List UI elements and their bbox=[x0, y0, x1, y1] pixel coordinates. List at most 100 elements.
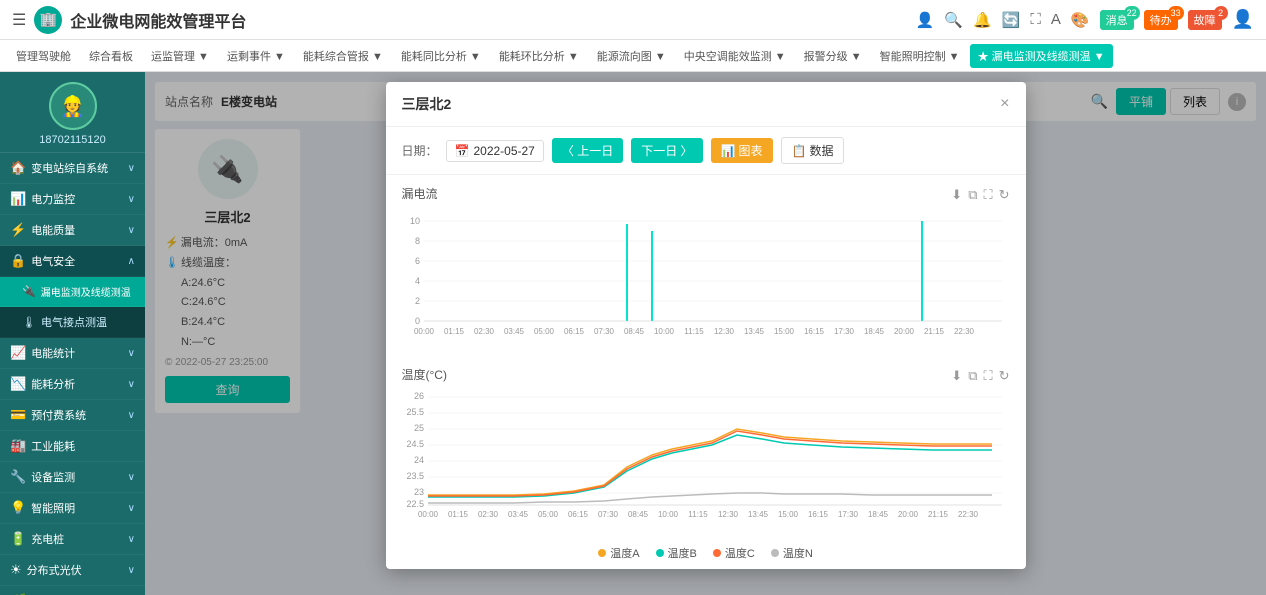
nav-item-hvac[interactable]: 中央空调能效监测 ▼ bbox=[676, 44, 794, 68]
sidebar-item-solar[interactable]: ☀分布式光伏 ∨ bbox=[0, 555, 145, 586]
sidebar-item-safety[interactable]: 🔒电气安全 ∧ bbox=[0, 246, 145, 277]
sidebar-item-quality[interactable]: ⚡电能质量 ∨ bbox=[0, 215, 145, 246]
charger-icon: 🔋 bbox=[10, 531, 26, 547]
legend-item-n: 温度N bbox=[771, 545, 813, 561]
bar-chart-icon: 📊 bbox=[721, 144, 736, 158]
chevron-down-icon9: ∨ bbox=[128, 534, 135, 545]
svg-text:02:30: 02:30 bbox=[473, 327, 494, 336]
leak-current-chart: 10 8 6 4 2 0 bbox=[402, 206, 1010, 346]
expand-icon[interactable]: ⛶ bbox=[1030, 11, 1041, 28]
leak-current-chart-section: 漏电流 ⬇ ⧉ ⛶ ↻ 10 8 6 bbox=[386, 175, 1026, 356]
sidebar-item-power[interactable]: 📊电力监控 ∨ bbox=[0, 184, 145, 215]
sidebar-item-temp-label: 电气接点测温 bbox=[41, 314, 107, 330]
message-badge-container[interactable]: 消息 22 bbox=[1100, 10, 1134, 30]
skin-icon[interactable]: 🎨 bbox=[1071, 11, 1090, 29]
quality-icon: ⚡ bbox=[10, 222, 26, 238]
sidebar-item-temp[interactable]: 🌡电气接点测温 bbox=[0, 307, 145, 338]
sidebar-item-stats-label: 电能统计 bbox=[31, 345, 75, 361]
sidebar-item-stats[interactable]: 📈电能统计 ∨ bbox=[0, 338, 145, 369]
chart2-toolbar: ⬇ ⧉ ⛶ ↻ bbox=[951, 368, 1009, 384]
solar-icon: ☀ bbox=[10, 562, 22, 578]
svg-text:24: 24 bbox=[413, 455, 423, 465]
chevron-up-icon: ∧ bbox=[128, 256, 135, 267]
nav-item-event[interactable]: 运剩事件 ▼ bbox=[219, 44, 293, 68]
nav-item-alarm[interactable]: 报警分级 ▼ bbox=[796, 44, 870, 68]
refresh2-icon[interactable]: ↻ bbox=[999, 187, 1010, 203]
chevron-down-icon6: ∨ bbox=[128, 410, 135, 421]
svg-text:21:15: 21:15 bbox=[923, 327, 944, 336]
nav-item-energy-flow[interactable]: 能源流向图 ▼ bbox=[589, 44, 674, 68]
font-icon[interactable]: A bbox=[1051, 11, 1061, 28]
sidebar-item-leak-label: 漏电监测及线缆测温 bbox=[41, 284, 131, 299]
next-day-button[interactable]: 下一日 〉 bbox=[631, 138, 702, 163]
sidebar-sub-safety: 🔌漏电监测及线缆测温 🌡电气接点测温 bbox=[0, 277, 145, 338]
sidebar-item-lighting[interactable]: 💡智能照明 ∨ bbox=[0, 493, 145, 524]
window2-icon[interactable]: ⧉ bbox=[968, 368, 977, 384]
navbar: 管理驾驶舱 综合看板 运监管理 ▼ 运剩事件 ▼ 能耗综合管报 ▼ 能耗同比分析… bbox=[0, 40, 1266, 72]
svg-text:05:00: 05:00 bbox=[537, 510, 558, 519]
expand2-icon[interactable]: ⛶ bbox=[983, 187, 992, 203]
avatar-icon[interactable]: 👤 bbox=[1232, 9, 1254, 30]
svg-text:24.5: 24.5 bbox=[406, 439, 424, 449]
sidebar-item-env[interactable]: 🌿环境监测 ∨ bbox=[0, 586, 145, 595]
svg-text:11:15: 11:15 bbox=[688, 510, 708, 519]
sidebar-item-charger[interactable]: 🔋充电桩 ∨ bbox=[0, 524, 145, 555]
svg-text:20:00: 20:00 bbox=[893, 327, 914, 336]
nav-item-energy-chain[interactable]: 能耗环比分析 ▼ bbox=[491, 44, 587, 68]
svg-text:8: 8 bbox=[414, 236, 419, 246]
sidebar-item-power-label: 电力监控 bbox=[31, 191, 75, 207]
data-button[interactable]: 📋 数据 bbox=[781, 137, 845, 164]
sidebar-item-substation-label: 变电站综自系统 bbox=[31, 160, 108, 176]
chevron-down-icon: ∨ bbox=[128, 163, 135, 174]
nav-item-report[interactable]: 综合看板 bbox=[81, 44, 141, 68]
sidebar-item-substation[interactable]: 🏠变电站综自系统 ∨ bbox=[0, 153, 145, 184]
svg-text:11:15: 11:15 bbox=[684, 327, 704, 336]
chart1-toolbar: ⬇ ⧉ ⛶ ↻ bbox=[951, 187, 1009, 203]
chevron-down-icon5: ∨ bbox=[128, 379, 135, 390]
sidebar-item-industrial[interactable]: 🏭工业能耗 bbox=[0, 431, 145, 462]
sidebar-item-prepay[interactable]: 💳预付费系统 ∨ bbox=[0, 400, 145, 431]
modal-toolbar: 日期： 📅 2022-05-27 〈 上一日 下一日 〉 📊 图表 📋 数据 bbox=[386, 127, 1026, 175]
expand3-icon[interactable]: ⛶ bbox=[983, 368, 992, 384]
bell-icon[interactable]: 🔔 bbox=[973, 11, 992, 29]
nav-item-leak[interactable]: ★ 漏电监测及线缆测温 ▼ bbox=[970, 44, 1113, 68]
nav-item-lighting[interactable]: 智能照明控制 ▼ bbox=[872, 44, 968, 68]
legend-dot-n bbox=[771, 549, 779, 557]
analysis-icon: 📉 bbox=[10, 376, 26, 392]
nav-item-dashboard[interactable]: 管理驾驶舱 bbox=[8, 44, 79, 68]
todo-badge-container[interactable]: 待办 33 bbox=[1144, 10, 1178, 30]
chart1-title: 漏电流 bbox=[402, 185, 438, 202]
modal-title: 三层北2 bbox=[402, 94, 452, 114]
svg-text:00:00: 00:00 bbox=[417, 510, 438, 519]
refresh3-icon[interactable]: ↻ bbox=[999, 368, 1010, 384]
svg-text:10:00: 10:00 bbox=[653, 327, 674, 336]
user-icon[interactable]: 👤 bbox=[916, 11, 935, 29]
chart-button[interactable]: 📊 图表 bbox=[711, 138, 773, 163]
sidebar-item-industrial-label: 工业能耗 bbox=[31, 438, 75, 454]
nav-item-energy-report[interactable]: 能耗综合管报 ▼ bbox=[295, 44, 391, 68]
sidebar-item-device[interactable]: 🔧设备监测 ∨ bbox=[0, 462, 145, 493]
svg-text:00:00: 00:00 bbox=[413, 327, 434, 336]
date-picker[interactable]: 📅 2022-05-27 bbox=[446, 140, 544, 162]
sidebar-item-prepay-label: 预付费系统 bbox=[31, 407, 86, 423]
refresh-icon[interactable]: 🔄 bbox=[1002, 11, 1021, 29]
legend-dot-b bbox=[656, 549, 664, 557]
download-icon[interactable]: ⬇ bbox=[951, 187, 962, 203]
window-icon[interactable]: ⧉ bbox=[968, 187, 977, 203]
legend-label-n: 温度N bbox=[783, 545, 813, 561]
header-icons: 👤 🔍 🔔 🔄 ⛶ A 🎨 消息 22 待办 33 故障 2 👤 bbox=[916, 9, 1254, 30]
sidebar-item-analysis[interactable]: 📉能耗分析 ∨ bbox=[0, 369, 145, 400]
nav-item-energy-compare[interactable]: 能耗同比分析 ▼ bbox=[393, 44, 489, 68]
download2-icon[interactable]: ⬇ bbox=[951, 368, 962, 384]
search-icon[interactable]: 🔍 bbox=[944, 11, 963, 29]
prev-day-button[interactable]: 〈 上一日 bbox=[552, 138, 623, 163]
chart-btn-label: 图表 bbox=[739, 142, 763, 159]
svg-text:18:45: 18:45 bbox=[867, 510, 888, 519]
hamburger-icon[interactable]: ☰ bbox=[12, 10, 26, 30]
svg-text:13:45: 13:45 bbox=[747, 510, 768, 519]
fault-badge-container[interactable]: 故障 2 bbox=[1188, 10, 1222, 30]
sidebar-item-leak[interactable]: 🔌漏电监测及线缆测温 bbox=[0, 277, 145, 307]
sidebar-item-solar-label: 分布式光伏 bbox=[27, 562, 82, 578]
modal-close-button[interactable]: × bbox=[1000, 95, 1009, 113]
nav-item-monitor[interactable]: 运监管理 ▼ bbox=[143, 44, 217, 68]
